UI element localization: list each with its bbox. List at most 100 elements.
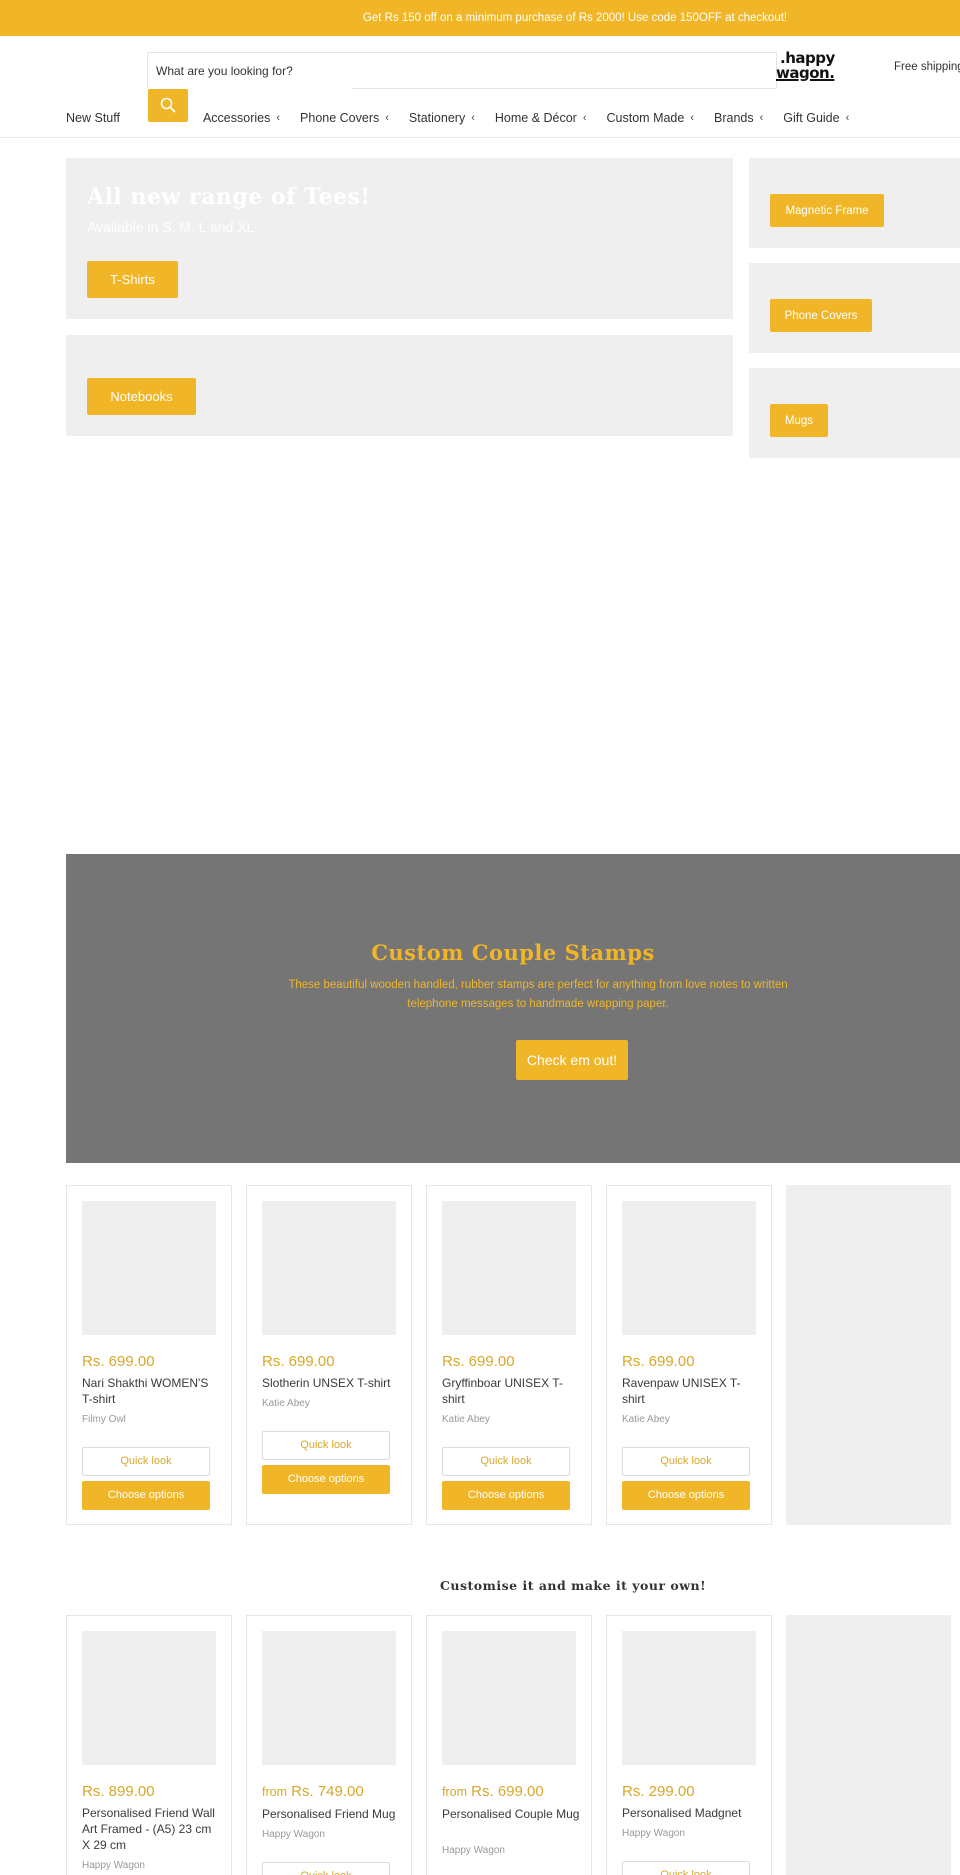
- price-from: from: [442, 1785, 467, 1799]
- nav-item-accessories[interactable]: Accessories ‹: [203, 111, 280, 125]
- choose-options-button[interactable]: Choose options: [262, 1465, 390, 1494]
- chevron-left-icon: ‹: [582, 112, 587, 124]
- price-value: Rs. 699.00: [262, 1353, 335, 1370]
- product-price: Rs. 699.00: [442, 1353, 515, 1370]
- nav-label: Home & Décor: [494, 111, 577, 125]
- nav-label: Phone Covers: [300, 111, 380, 125]
- promo-banner: Custom Couple Stamps These beautiful woo…: [66, 854, 960, 1163]
- notebooks-button[interactable]: Notebooks: [87, 378, 196, 415]
- hero-title: All new range of Tees!: [87, 184, 371, 210]
- chevron-left-icon: ‹: [845, 112, 850, 124]
- product-card[interactable]: Rs. 699.00 Nari Shakthi WOMEN'S T-shirt …: [66, 1185, 232, 1525]
- product-title[interactable]: Nari Shakthi WOMEN'S T-shirt: [82, 1375, 222, 1407]
- nav-label: Stationery: [408, 111, 466, 125]
- nav-item-new-stuff[interactable]: New Stuff: [66, 111, 120, 125]
- product-card[interactable]: Rs. 699.00 Gryffinboar UNISEX T-shirt Ka…: [426, 1185, 592, 1525]
- nav-label: New Stuff: [66, 111, 120, 125]
- product-title[interactable]: Personalised Friend Mug: [262, 1806, 402, 1822]
- product-title[interactable]: Slotherin UNSEX T-shirt: [262, 1375, 402, 1391]
- happy-wagon-logo[interactable]: .happy wagon.: [776, 51, 840, 89]
- product-card[interactable]: Rs. 299.00 Personalised Madgnet Happy Wa…: [606, 1615, 772, 1875]
- price-value: Rs. 699.00: [82, 1353, 155, 1370]
- chevron-left-icon: ‹: [759, 112, 764, 124]
- product-image[interactable]: [82, 1201, 216, 1335]
- nav-label: Brands: [714, 111, 754, 125]
- nav-item-home-decor[interactable]: Home & Décor ‹: [495, 111, 587, 125]
- nav-item-stationery[interactable]: Stationery ‹: [409, 111, 475, 125]
- nav-item-phone-covers[interactable]: Phone Covers ‹: [300, 111, 389, 125]
- nav-label: Accessories: [202, 111, 271, 125]
- promo-title: Custom Couple Stamps: [371, 940, 655, 965]
- choose-options-button[interactable]: Choose options: [622, 1481, 750, 1510]
- product-card[interactable]: from Rs. 699.00 Personalised Couple Mug …: [426, 1615, 592, 1875]
- quick-look-button[interactable]: Quick look: [622, 1861, 750, 1875]
- search-box: [147, 52, 777, 91]
- product-title[interactable]: Gryffinboar UNISEX T-shirt: [442, 1375, 582, 1407]
- price-value: Rs. 699.00: [471, 1783, 544, 1800]
- product-price: Rs. 699.00: [622, 1353, 695, 1370]
- product-card[interactable]: from Rs. 749.00 Personalised Friend Mug …: [246, 1615, 412, 1875]
- product-price: Rs. 299.00: [622, 1783, 695, 1800]
- search-input[interactable]: [156, 53, 756, 88]
- price-from: from: [262, 1785, 287, 1799]
- product-price: Rs. 699.00: [82, 1353, 155, 1370]
- product-card[interactable]: Rs. 899.00 Personalised Friend Wall Art …: [66, 1615, 232, 1875]
- product-vendor: Happy Wagon: [262, 1829, 325, 1840]
- nav-item-gift-guide[interactable]: Gift Guide ‹: [783, 111, 849, 125]
- chevron-left-icon: ‹: [276, 112, 281, 124]
- price-value: Rs. 749.00: [291, 1783, 364, 1800]
- product-image[interactable]: [262, 1631, 396, 1765]
- quick-look-button[interactable]: Quick look: [442, 1447, 570, 1476]
- quick-look-button[interactable]: Quick look: [82, 1447, 210, 1476]
- chevron-left-icon: ‹: [385, 112, 389, 124]
- product-image[interactable]: [622, 1201, 756, 1335]
- nav-label: Gift Guide: [783, 111, 840, 125]
- product-vendor: Katie Abey: [262, 1398, 310, 1409]
- chevron-left-icon: ‹: [690, 112, 695, 124]
- price-value: Rs. 899.00: [82, 1783, 155, 1800]
- price-value: Rs. 699.00: [622, 1353, 695, 1370]
- product-image[interactable]: [442, 1631, 576, 1765]
- product-image[interactable]: [82, 1631, 216, 1765]
- product-title[interactable]: Personalised Friend Wall Art Framed - (A…: [82, 1805, 222, 1853]
- product-price: from Rs. 749.00: [262, 1783, 364, 1800]
- choose-options-button[interactable]: Choose options: [82, 1481, 210, 1510]
- logo-line-2: wagon.: [776, 64, 835, 82]
- announcement-text: Get Rs 150 off on a minimum purchase of …: [362, 12, 788, 24]
- product-vendor: Happy Wagon: [442, 1845, 505, 1856]
- phone-covers-button[interactable]: Phone Covers: [770, 299, 872, 332]
- product-price: Rs. 699.00: [262, 1353, 335, 1370]
- chevron-left-icon: ‹: [471, 112, 475, 124]
- product-vendor: Katie Abey: [622, 1414, 670, 1425]
- product-title[interactable]: Personalised Couple Mug: [442, 1806, 582, 1822]
- product-vendor: Happy Wagon: [622, 1828, 685, 1839]
- main-nav: New Stuff Accessories ‹ Phone Covers ‹ S…: [66, 108, 869, 128]
- quick-look-button[interactable]: Quick look: [262, 1431, 390, 1460]
- nav-item-brands[interactable]: Brands ‹: [714, 111, 763, 125]
- product-image[interactable]: [622, 1631, 756, 1765]
- product-image[interactable]: [262, 1201, 396, 1335]
- tshirts-button[interactable]: T-Shirts: [87, 261, 178, 298]
- mugs-button[interactable]: Mugs: [770, 404, 828, 437]
- product-card[interactable]: Rs. 699.00 Ravenpaw UNISEX T-shirt Katie…: [606, 1185, 772, 1525]
- quick-look-button[interactable]: Quick look: [262, 1862, 390, 1875]
- quick-look-button[interactable]: Quick look: [622, 1447, 750, 1476]
- site-header: .happy wagon. Free shipping New Stuff Ac…: [0, 36, 960, 138]
- product-card-placeholder: [786, 1185, 951, 1525]
- product-title[interactable]: Ravenpaw UNISEX T-shirt: [622, 1375, 762, 1407]
- announcement-bar: Get Rs 150 off on a minimum purchase of …: [0, 0, 960, 36]
- promo-description: These beautiful wooden handled, rubber s…: [288, 979, 788, 1010]
- product-title[interactable]: Personalised Madgnet: [622, 1805, 762, 1821]
- product-vendor: Filmy Owl: [82, 1414, 126, 1425]
- product-card[interactable]: Rs. 699.00 Slotherin UNSEX T-shirt Katie…: [246, 1185, 412, 1525]
- nav-label: Custom Made: [606, 111, 685, 125]
- product-card-placeholder: [786, 1615, 951, 1875]
- hero-subtitle: Available in S, M, L and XL: [87, 219, 255, 235]
- check-em-out-button[interactable]: Check em out!: [516, 1040, 628, 1080]
- choose-options-button[interactable]: Choose options: [442, 1481, 570, 1510]
- nav-item-custom-made[interactable]: Custom Made ‹: [607, 111, 694, 125]
- magnetic-frame-button[interactable]: Magnetic Frame: [770, 194, 884, 227]
- product-price: from Rs. 699.00: [442, 1783, 544, 1800]
- product-vendor: Happy Wagon: [82, 1860, 145, 1871]
- product-image[interactable]: [442, 1201, 576, 1335]
